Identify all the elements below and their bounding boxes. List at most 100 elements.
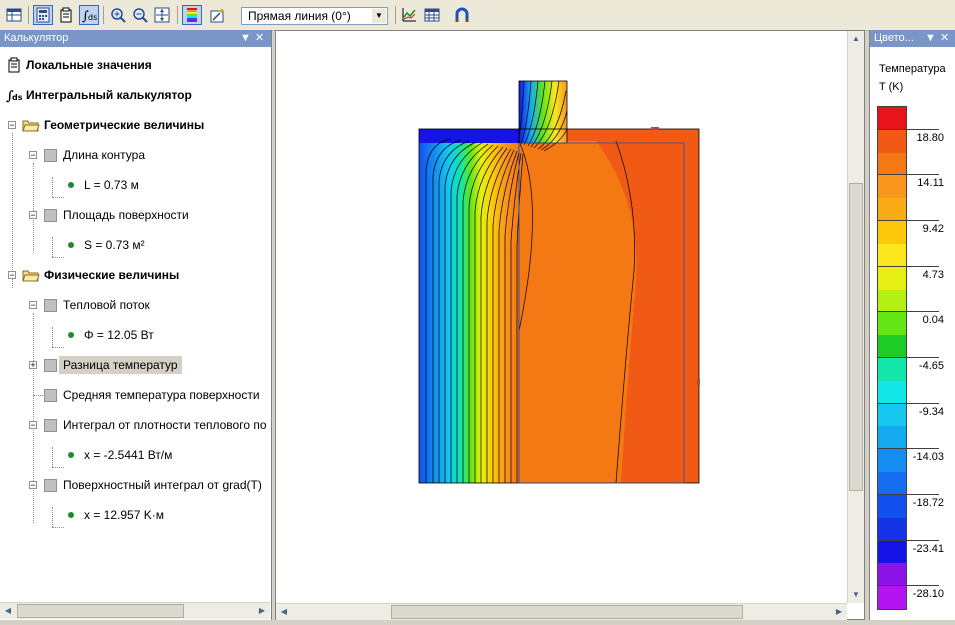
- field-view[interactable]: ▲ ▼ ◀ ▶: [275, 30, 865, 620]
- marker: [651, 127, 659, 130]
- tree-item-label: Геометрические величины: [44, 118, 205, 132]
- marker: [697, 379, 700, 385]
- tree-item-temp-diff[interactable]: Разница температур: [44, 356, 182, 374]
- legend-label: -9.34: [918, 405, 944, 418]
- tree-item-contour-length[interactable]: Длина контура: [44, 147, 145, 163]
- legend-tick: [877, 539, 939, 541]
- legend-swatch: [878, 472, 906, 495]
- chevron-down-icon[interactable]: ▼: [372, 9, 386, 23]
- tree-item-physical[interactable]: Физические величины: [22, 267, 179, 283]
- collapse-icon[interactable]: −: [29, 301, 37, 310]
- tree-item-value[interactable]: x = 12.957 K·м: [68, 507, 164, 523]
- legend-swatch: [878, 243, 906, 267]
- close-icon[interactable]: ✕: [255, 30, 264, 47]
- tree-item-integral-calculator[interactable]: ∫ ds Интегральный калькулятор: [6, 87, 192, 103]
- square-icon: [44, 148, 57, 162]
- expand-icon[interactable]: +: [29, 361, 37, 370]
- close-icon[interactable]: ✕: [940, 30, 949, 47]
- integral-icon[interactable]: ∫ ds: [79, 5, 99, 25]
- tree-item-surface-area[interactable]: Площадь поверхности: [44, 207, 189, 223]
- zoom-out-icon[interactable]: [130, 5, 150, 25]
- legend-tick: [877, 220, 939, 222]
- scroll-up-icon[interactable]: ▲: [848, 31, 864, 47]
- tree-item-label: Интеграл от плотности теплового по: [63, 418, 267, 432]
- collapse-icon[interactable]: −: [29, 211, 37, 220]
- calculator-panel: Калькулятор ▼ ✕ Локальные значения ∫ ds И…: [0, 30, 272, 620]
- legend-tick: [877, 174, 939, 176]
- square-icon: [44, 388, 57, 402]
- legend-tick: [877, 448, 939, 450]
- legend-label: -4.65: [918, 360, 944, 372]
- panel-menu-icon[interactable]: ▼: [240, 30, 251, 47]
- tree-item-avg-surface-temp[interactable]: Средняя температура поверхности: [44, 387, 260, 403]
- collapse-icon[interactable]: −: [29, 421, 37, 430]
- tree-item-value[interactable]: S = 0.73 м²: [68, 237, 145, 253]
- legend-tick: [877, 357, 939, 358]
- legend-label: -14.03: [912, 451, 944, 464]
- collapse-icon[interactable]: −: [29, 481, 37, 490]
- legend-tick: [877, 128, 939, 130]
- tree-item-geometric[interactable]: Геометрические величины: [22, 117, 204, 133]
- zoom-in-icon[interactable]: [108, 5, 128, 25]
- legend-quantity: Температура: [879, 63, 946, 75]
- collapse-icon[interactable]: −: [8, 271, 16, 280]
- tree-item-heat-flux-integral[interactable]: Интеграл от плотности теплового по: [44, 417, 267, 433]
- region-top-strip: [419, 129, 519, 143]
- square-icon: [44, 418, 57, 432]
- panel-menu-icon[interactable]: ▼: [925, 30, 936, 47]
- legend-swatch: [878, 449, 906, 473]
- region-insert: [519, 81, 567, 143]
- tree-item-heat-flow[interactable]: Тепловой поток: [44, 297, 150, 313]
- legend-unit: T (K): [879, 81, 904, 93]
- plot-icon[interactable]: [399, 5, 419, 25]
- tree-item-local-values[interactable]: Локальные значения: [6, 57, 152, 73]
- scroll-left-icon[interactable]: ◀: [276, 604, 292, 620]
- collapse-icon[interactable]: −: [29, 151, 37, 160]
- legend-swatch: [878, 221, 906, 244]
- bullet-icon: [68, 182, 74, 188]
- collapse-icon[interactable]: −: [8, 121, 16, 130]
- scroll-down-icon[interactable]: ▼: [848, 587, 864, 603]
- tree-connector: [52, 447, 53, 467]
- tree-connector: [12, 133, 13, 288]
- magic-wand-icon[interactable]: ✦: [207, 5, 227, 25]
- scrollbar-thumb[interactable]: [391, 605, 743, 619]
- zoom-fit-icon[interactable]: [152, 5, 172, 25]
- temperature-field-plot[interactable]: [276, 31, 849, 603]
- legend-label: -28.10: [912, 588, 944, 601]
- tree-connector: [52, 467, 64, 468]
- tree-connector: [52, 327, 53, 347]
- scroll-right-icon[interactable]: ▶: [254, 603, 270, 619]
- calculator-icon[interactable]: [33, 5, 53, 25]
- legend-swatch: [878, 107, 906, 130]
- tree-connector: [33, 313, 34, 523]
- scrollbar-thumb[interactable]: [17, 604, 184, 618]
- scroll-left-icon[interactable]: ◀: [0, 603, 16, 619]
- scrollbar-thumb[interactable]: [849, 183, 863, 491]
- scroll-right-icon[interactable]: ▶: [831, 604, 847, 620]
- tree-item-value[interactable]: L = 0.73 м: [68, 177, 139, 193]
- legend-label: 9.42: [922, 223, 944, 236]
- horizontal-scrollbar[interactable]: ◀ ▶: [0, 602, 270, 619]
- horizontal-scrollbar[interactable]: ◀ ▶: [276, 603, 847, 620]
- tree-item-value[interactable]: x = -2.5441 Вт/м: [68, 447, 172, 463]
- calculator-panel-title-text: Калькулятор: [4, 32, 69, 44]
- svg-text:✦: ✦: [218, 7, 225, 16]
- line-type-select[interactable]: Прямая линия (0°) ▼: [241, 7, 388, 25]
- table-icon[interactable]: [4, 5, 24, 25]
- tree-connector: [52, 257, 64, 258]
- legend-swatch: [878, 289, 906, 313]
- local-values-icon[interactable]: [56, 5, 76, 25]
- tree-item-label: Средняя температура поверхности: [63, 388, 260, 402]
- legend-swatch: [878, 175, 906, 199]
- color-scale-icon[interactable]: [182, 5, 202, 25]
- grid-table-icon[interactable]: [422, 5, 442, 25]
- legend-swatch: [878, 540, 906, 564]
- tree-item-grad-integral[interactable]: Поверхностный интеграл от grad(T): [44, 477, 262, 493]
- tree-item-label: Интегральный калькулятор: [26, 88, 192, 102]
- vertical-scrollbar[interactable]: ▲ ▼: [847, 31, 864, 603]
- magnet-icon[interactable]: [452, 5, 472, 25]
- legend-swatch: [878, 380, 906, 404]
- tree-item-value[interactable]: Φ = 12.05 Вт: [68, 327, 154, 343]
- legend-swatch: [878, 358, 906, 381]
